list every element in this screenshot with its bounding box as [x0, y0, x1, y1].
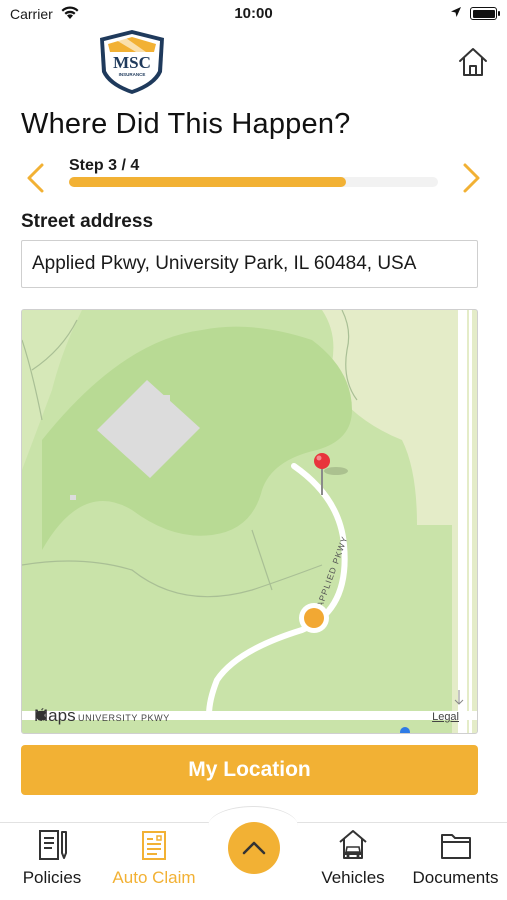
tab-policies[interactable]: Policies: [18, 828, 86, 888]
battery-icon: [470, 7, 500, 20]
clock: 10:00: [234, 5, 273, 22]
apple-maps-attribution: Maps: [34, 706, 76, 725]
document-pen-icon: [39, 830, 67, 860]
street-address-input[interactable]: [21, 240, 478, 288]
location-services-icon: [451, 7, 461, 17]
tab-vehicles[interactable]: Vehicles: [314, 828, 392, 888]
svg-text:UNIVERSITY PKWY: UNIVERSITY PKWY: [78, 713, 170, 723]
status-bar: Carrier 10:00: [0, 0, 507, 28]
step-progress-fill: [69, 177, 346, 187]
location-pin-icon: [314, 453, 330, 469]
clipboard-icon: [142, 831, 166, 860]
page-title: Where Did This Happen?: [21, 108, 351, 140]
car-house-icon: [339, 830, 367, 859]
map-legal-link[interactable]: Legal: [432, 711, 459, 723]
apple-logo-icon: [35, 708, 47, 721]
svg-text:INSURANCE: INSURANCE: [119, 72, 146, 77]
map-canvas[interactable]: APPLIED PKWY UNIVERSITY PKWY: [22, 310, 478, 734]
step-label: Step 3 / 4: [69, 157, 140, 174]
msc-insurance-logo: MSC INSURANCE: [100, 30, 164, 94]
my-location-button[interactable]: My Location: [21, 745, 478, 795]
folder-icon: [440, 834, 471, 859]
home-icon[interactable]: [457, 46, 489, 78]
chevron-up-icon: [242, 841, 266, 855]
step-progress-bar: [69, 177, 438, 187]
tab-auto-claim[interactable]: Auto Claim: [104, 828, 204, 888]
map-view[interactable]: APPLIED PKWY UNIVERSITY PKWY Maps Legal: [21, 309, 478, 734]
chevron-left-icon[interactable]: [24, 162, 48, 194]
svg-text:MSC: MSC: [113, 53, 151, 72]
chevron-right-icon[interactable]: [459, 162, 483, 194]
tab-documents[interactable]: Documents: [408, 828, 503, 888]
street-address-label: Street address: [21, 211, 154, 232]
expand-menu-button[interactable]: [228, 822, 280, 874]
